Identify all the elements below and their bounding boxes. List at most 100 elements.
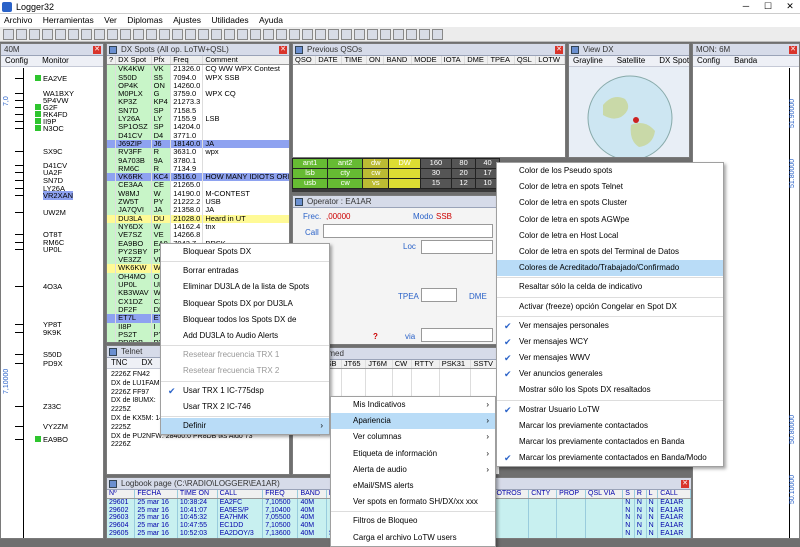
band-button[interactable]: vs [362, 178, 390, 189]
menu-item[interactable]: Resetear frecuencia TRX 2 [161, 363, 329, 379]
column-header[interactable]: BAND [297, 490, 327, 499]
spot-row[interactable]: JA7QVI JA 21358.0 JA [107, 206, 289, 215]
close-icon[interactable]: ✕ [681, 480, 689, 488]
tab-dx[interactable]: DX [141, 358, 152, 367]
column-header[interactable]: TIME [341, 56, 368, 66]
toolbar-button-icon[interactable] [211, 29, 222, 40]
spot-row[interactable]: DU3LA DU 21028.0 Heard in UT [107, 214, 289, 223]
toolbar-button-icon[interactable] [120, 29, 131, 40]
call-input[interactable] [323, 224, 493, 238]
column-header[interactable]: CALL [657, 490, 691, 499]
column-header[interactable]: FREQ [262, 490, 299, 499]
toolbar-button-icon[interactable] [289, 29, 300, 40]
tpea-input[interactable] [421, 288, 457, 302]
menu-item[interactable]: Bloquear Spots DX [161, 244, 329, 260]
bandmap-call[interactable]: EA2VE [43, 74, 67, 83]
menu-item[interactable]: Etiqueta de información › [331, 446, 495, 462]
toolbar-button-icon[interactable] [367, 29, 378, 40]
menu-item[interactable]: Ver spots en formato SH/DX/xx xxx [331, 494, 495, 510]
bandmap-call[interactable]: UW2M [43, 208, 66, 217]
menu-diplomas[interactable]: Diplomas [127, 15, 162, 25]
menu-item[interactable]: Color de letra en spots AGWpe [497, 212, 723, 228]
column-header[interactable]: S [622, 490, 635, 499]
column-header[interactable]: OTROS [493, 490, 530, 499]
menu-item[interactable]: Eliminar DU3LA de la lista de Spots [161, 279, 329, 295]
menu-item[interactable]: Colores de Acreditado/Trabajado/Confirma… [497, 260, 723, 277]
toolbar-button-icon[interactable] [146, 29, 157, 40]
bandmap-call[interactable]: 4O3A [43, 282, 62, 291]
menu-item[interactable]: ✔ Ver mensajes WWV [497, 350, 723, 366]
menu-item[interactable]: ✔ Ver mensajes personales [497, 318, 723, 334]
minimize-button[interactable]: ─ [736, 1, 756, 13]
toolbar-button-icon[interactable] [380, 29, 391, 40]
column-header[interactable]: ON [366, 56, 385, 66]
toolbar-button-icon[interactable] [406, 29, 417, 40]
close-icon[interactable]: ✕ [279, 46, 287, 54]
column-header[interactable]: Nº [107, 490, 136, 499]
toolbar-button-icon[interactable] [94, 29, 105, 40]
column-header[interactable]: CALL [217, 490, 264, 499]
toolbar-button-icon[interactable] [81, 29, 92, 40]
menu-item[interactable]: Activar (freeze) opción Congelar en Spot… [497, 299, 723, 315]
toolbar-button-icon[interactable] [29, 29, 40, 40]
menu-archivo[interactable]: Archivo [4, 15, 32, 25]
menu-item[interactable]: Marcar los previamente contactados en Ba… [497, 434, 723, 450]
column-header[interactable]: LOTW [535, 56, 565, 66]
toolbar-button-icon[interactable] [315, 29, 326, 40]
via-input[interactable] [421, 328, 493, 342]
band-button[interactable]: cw [362, 168, 390, 179]
close-icon[interactable]: ✕ [93, 46, 101, 54]
menu-ajustes[interactable]: Ajustes [173, 15, 201, 25]
menu-item[interactable]: ✔ Ver mensajes WCY [497, 334, 723, 350]
close-icon[interactable]: ✕ [555, 46, 563, 54]
spot-row[interactable]: J69ZIP J6 18140.0 JA [107, 139, 289, 149]
menu-item[interactable]: Color de letra en spots del Terminal de … [497, 244, 723, 260]
band-button[interactable]: dw [362, 158, 390, 169]
menu-item[interactable]: Mis Indicativos › [331, 397, 495, 413]
toolbar-button-icon[interactable] [198, 29, 209, 40]
column-header[interactable]: ? [107, 56, 117, 66]
menu-item[interactable]: eMail/SMS alerts [331, 478, 495, 494]
column-header[interactable]: L [646, 490, 659, 499]
tab-monitor[interactable]: Monitor [42, 56, 69, 65]
menu-ver[interactable]: Ver [104, 15, 117, 25]
menu-item[interactable]: Alerta de audio › [331, 462, 495, 478]
close-icon[interactable]: ✕ [789, 46, 797, 54]
spot-row[interactable]: D41CV D4 3771.0 [107, 131, 289, 140]
column-header[interactable]: DX Spot [115, 56, 152, 66]
column-header[interactable]: QSL [514, 56, 537, 66]
column-header[interactable]: TPEA [487, 56, 515, 66]
spot-row[interactable]: S50D S5 7094.0 WPX SSB [107, 73, 289, 82]
menu-item[interactable]: Color de los Pseudo spots [497, 163, 723, 179]
loc-input[interactable] [421, 240, 493, 254]
tab-tnc[interactable]: TNC [111, 358, 127, 367]
bandmap-call[interactable]: S50D [43, 350, 62, 359]
band-button[interactable]: cty [327, 168, 364, 179]
bandmap-call[interactable]: UP0L [43, 245, 62, 254]
band-button[interactable] [388, 168, 421, 179]
toolbar-button-icon[interactable] [172, 29, 183, 40]
menu-item[interactable]: Add DU3LA to Audio Alerts [161, 328, 329, 344]
spot-row[interactable]: LY26A LY 7155.9 LSB [107, 115, 289, 124]
band-button[interactable]: cw [327, 178, 364, 189]
band-button[interactable]: ant1 [291, 158, 329, 169]
bandmap-call[interactable]: VY2ZM [43, 422, 68, 431]
menu-item[interactable]: Resaltar sólo la celda de indicativo [497, 279, 723, 295]
prevqso-table[interactable]: QSO DATE TIME ON BAND MODE IOTA DME TPEA QSL LOTW [293, 56, 565, 66]
menu-item[interactable]: ✔ Usar TRX 1 IC-775dsp [161, 383, 329, 399]
menu-item[interactable]: Mostrar sólo los Spots DX resaltados [497, 382, 723, 398]
menu-item[interactable]: Borrar entradas [161, 263, 329, 279]
menu-item[interactable]: Usar TRX 2 IC-746 [161, 399, 329, 415]
toolbar-button-icon[interactable] [419, 29, 430, 40]
toolbar-button-icon[interactable] [328, 29, 339, 40]
band-button[interactable]: 160 [419, 158, 453, 169]
toolbar-button-icon[interactable] [237, 29, 248, 40]
bandmap-call[interactable]: PD9X [43, 359, 63, 368]
menu-item[interactable]: Resetear frecuencia TRX 1 [161, 347, 329, 363]
column-header[interactable]: MODE [411, 56, 442, 66]
spot-row[interactable]: VE7SZ VE 14266.8 [107, 231, 289, 240]
spot-row[interactable]: 9A703B 9A 3780.1 [107, 156, 289, 165]
column-header[interactable]: TIME ON [177, 490, 218, 499]
column-header[interactable]: FECHA [134, 490, 178, 499]
tab-grayline[interactable]: Grayline [573, 56, 603, 65]
